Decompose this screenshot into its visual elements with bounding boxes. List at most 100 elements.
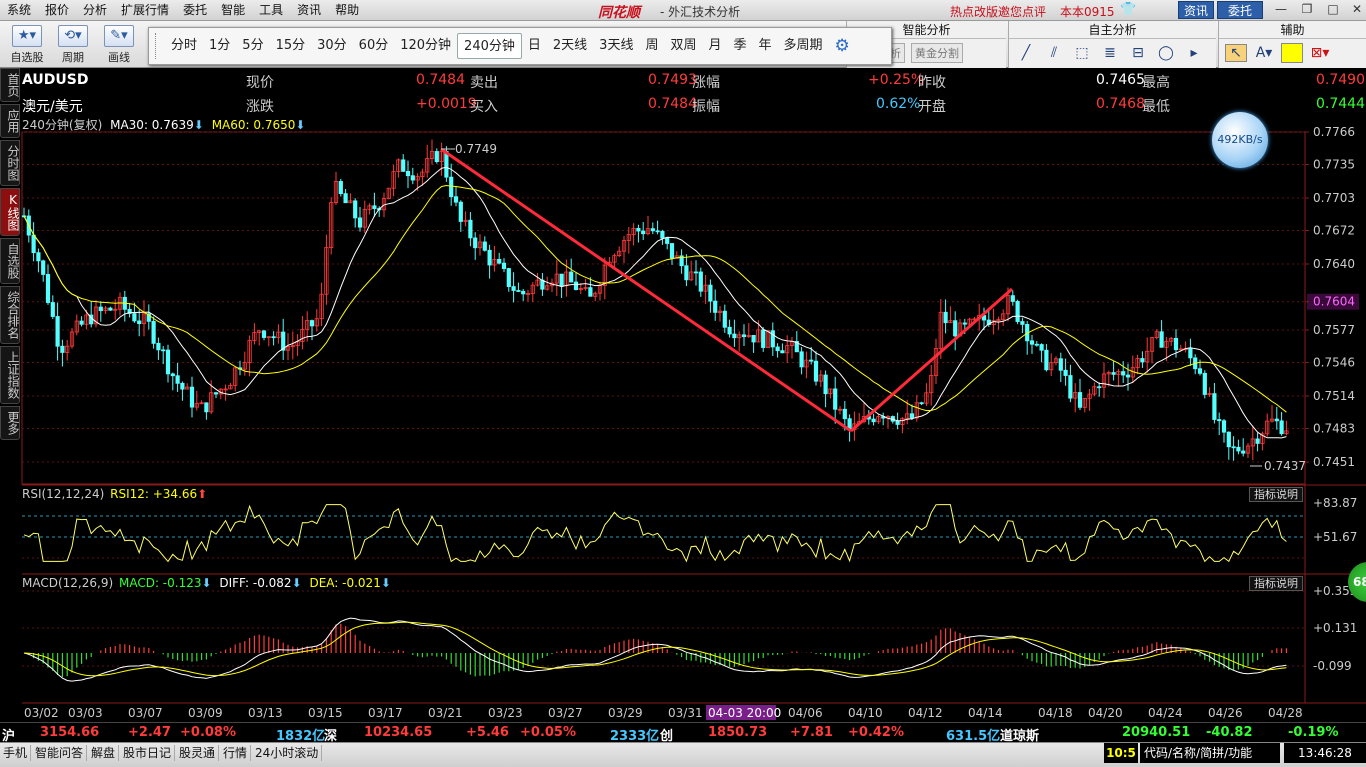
candle-body xyxy=(727,326,732,335)
candle-body xyxy=(1221,420,1227,433)
candle-body xyxy=(511,286,516,291)
status-24h-news[interactable]: 24小时滚动 xyxy=(252,745,323,761)
candle-body xyxy=(1077,392,1083,408)
candle-body xyxy=(813,360,819,382)
macd-title: MACD(12,26,9) xyxy=(22,576,114,590)
candle-body xyxy=(559,273,564,287)
sz-value: 10234.65 xyxy=(364,725,433,740)
status-diary[interactable]: 股市日记 xyxy=(120,745,176,761)
date-label: 04/14 xyxy=(968,706,1003,720)
status-stock-spirit[interactable]: 股灵通 xyxy=(176,745,220,761)
candle-body xyxy=(1121,371,1126,376)
candle-body xyxy=(1063,369,1068,376)
period-label: 240分钟(复权) xyxy=(22,118,103,132)
rsi-line xyxy=(23,504,1287,563)
status-analysis[interactable]: 解盘 xyxy=(88,745,120,761)
search-input[interactable]: 代码/名称/简拼/功能 xyxy=(1140,743,1280,763)
candle-body xyxy=(156,342,161,351)
candle-body xyxy=(1231,446,1236,449)
candle-body xyxy=(165,349,171,375)
candle-body xyxy=(98,306,103,312)
date-label: 03/31 xyxy=(668,706,703,720)
candle-body xyxy=(1236,446,1241,452)
candle-body xyxy=(953,320,958,337)
candle-body xyxy=(722,310,727,328)
candle-body xyxy=(1188,348,1193,359)
rsi-tick-label: +83.87 xyxy=(1313,496,1357,510)
candle-body xyxy=(641,230,646,235)
candle-body xyxy=(468,219,473,239)
cy-change: +7.81 xyxy=(790,725,833,740)
candle-body xyxy=(1125,374,1131,378)
candle-body xyxy=(943,311,948,324)
macd-help-button[interactable]: 指标说明 xyxy=(1249,576,1303,591)
candle-body xyxy=(482,241,487,251)
price-tick-label: 0.7703 xyxy=(1313,191,1355,205)
candle-body xyxy=(1202,372,1207,395)
candle-body xyxy=(665,237,670,244)
candle-body xyxy=(170,373,175,377)
candle-body xyxy=(770,330,775,348)
status-qa[interactable]: 智能问答 xyxy=(32,745,88,761)
candle-body xyxy=(213,392,219,395)
candle-body xyxy=(895,420,900,425)
candle-body xyxy=(372,205,377,209)
candle-body xyxy=(338,181,343,195)
ma30-value: MA30: 0.7639 xyxy=(110,118,194,132)
candle-body xyxy=(343,193,348,204)
candle-body xyxy=(189,386,195,408)
candle-body xyxy=(751,334,756,343)
candle-body xyxy=(1020,321,1025,325)
date-label: 03/07 xyxy=(128,706,163,720)
dj-change: -40.82 xyxy=(1206,725,1253,740)
date-label: 03/29 xyxy=(608,706,643,720)
candle-body xyxy=(823,374,828,395)
price-tick-label: 0.7451 xyxy=(1313,455,1355,469)
candle-body xyxy=(1274,418,1279,422)
candle-body xyxy=(180,382,185,390)
candle-body xyxy=(1197,368,1203,374)
candle-body xyxy=(137,320,142,325)
candle-body xyxy=(357,217,363,228)
candle-body xyxy=(636,227,641,232)
date-label: 03/13 xyxy=(248,706,283,720)
candle-body xyxy=(698,271,703,292)
candle-body xyxy=(261,330,267,338)
candle-body xyxy=(693,271,699,274)
date-label: 04/24 xyxy=(1148,706,1183,720)
candle-body xyxy=(41,260,46,275)
status-mobile[interactable]: 手机 xyxy=(0,745,32,761)
candle-body xyxy=(1255,438,1260,444)
ma60-value: MA60: 0.7650 xyxy=(211,118,296,132)
candle-body xyxy=(410,175,415,181)
rsi-help-button[interactable]: 指标说明 xyxy=(1249,487,1303,502)
candle-body xyxy=(521,290,526,295)
candle-body xyxy=(1058,358,1063,371)
candle-body xyxy=(79,320,84,325)
date-label: 04-03 20:00 xyxy=(708,706,781,720)
candle-body xyxy=(271,336,276,339)
candle-body xyxy=(1015,301,1020,322)
candle-body xyxy=(650,228,655,232)
up-arrow-icon: ⬆ xyxy=(197,487,208,501)
candle-body xyxy=(569,271,574,283)
candle-body xyxy=(669,243,675,259)
candle-body xyxy=(684,265,689,281)
date-label: 03/09 xyxy=(188,706,223,720)
candle-body xyxy=(487,249,492,266)
candle-body xyxy=(449,176,454,198)
date-label: 04/12 xyxy=(908,706,943,720)
date-label: 04/10 xyxy=(848,706,883,720)
candle-body xyxy=(775,346,780,352)
down-arrow-icon: ⬇ xyxy=(201,576,212,590)
candle-body xyxy=(1029,340,1035,345)
rsi-tick-label: +51.67 xyxy=(1313,530,1357,544)
dea-value: DEA: -0.021 xyxy=(309,576,381,590)
net-speed-bubble[interactable]: 492KB/s xyxy=(1212,112,1268,168)
main-panel-frame xyxy=(21,131,1306,485)
candle-body xyxy=(1068,375,1073,399)
sh-pct: +0.08% xyxy=(180,725,236,740)
status-market[interactable]: 行情 xyxy=(220,745,252,761)
status-bar: 手机 智能问答 解盘 股市日记 股灵通 行情 24小时滚动 10:5 代码/名称… xyxy=(0,742,1366,767)
rsi-value: RSI12: +34.66 xyxy=(110,487,198,501)
